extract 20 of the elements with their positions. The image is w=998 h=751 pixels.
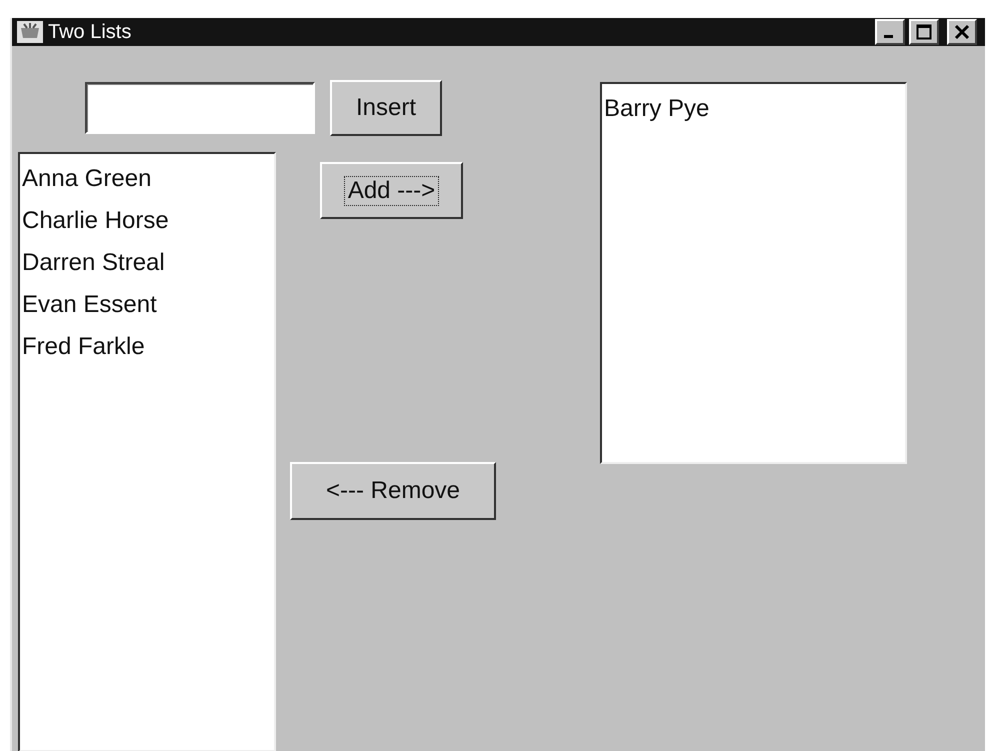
list-item[interactable]: Charlie Horse	[22, 200, 272, 242]
insert-button[interactable]: Insert	[330, 80, 442, 136]
list-item[interactable]: Evan Essent	[22, 284, 272, 326]
names-list[interactable]: Anna Green Charlie Horse Darren Streal Evan Essent Fred Farkle	[18, 152, 276, 751]
selected-list[interactable]: Barry Pye	[600, 82, 907, 464]
add-button[interactable]: Add --->	[320, 162, 463, 219]
close-icon	[954, 24, 970, 40]
list-item[interactable]: Anna Green	[22, 158, 272, 200]
remove-button[interactable]: <--- Remove	[290, 462, 496, 520]
minimize-button[interactable]	[875, 19, 905, 45]
maximize-button[interactable]	[909, 19, 939, 45]
app-icon	[16, 20, 44, 44]
list-item[interactable]: Darren Streal	[22, 242, 272, 284]
window-title: Two Lists	[48, 20, 132, 45]
minimize-icon	[884, 34, 893, 38]
close-button[interactable]	[947, 19, 977, 45]
maximize-icon	[916, 24, 932, 40]
text-field[interactable]	[85, 82, 315, 134]
list-item[interactable]: Barry Pye	[604, 88, 903, 130]
list-item[interactable]: Fred Farkle	[22, 326, 272, 368]
